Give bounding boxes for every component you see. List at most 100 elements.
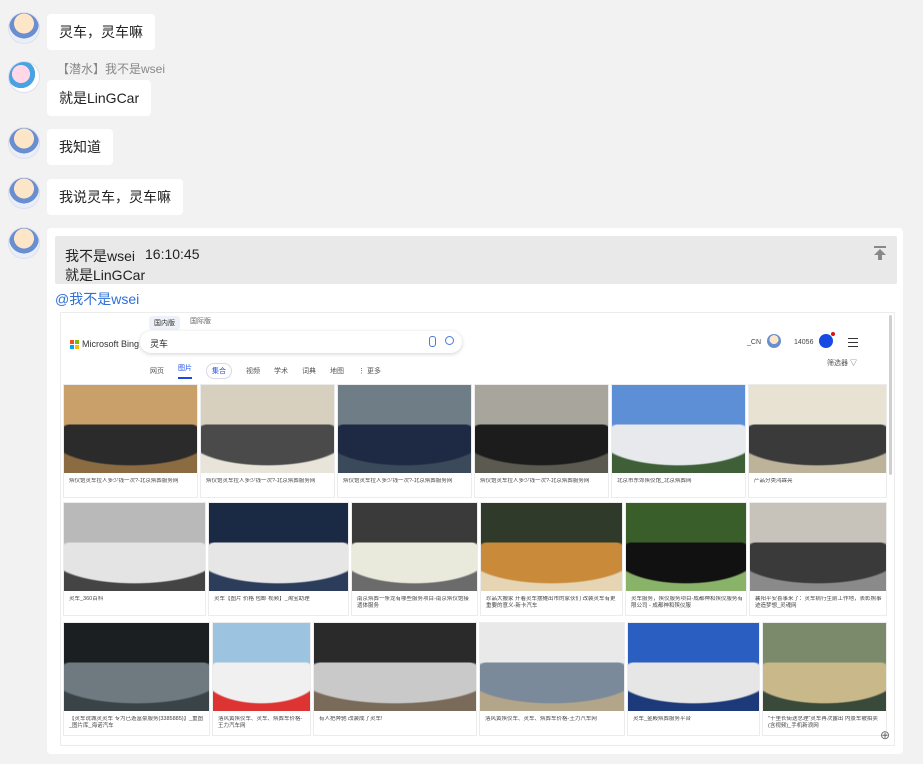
image-result[interactable]: 落风黄殡仪车、灵车、殡葬车价格-王力汽车网 [213, 623, 310, 735]
tab-international[interactable]: 国际版 [190, 316, 211, 330]
logo-text: Microsoft Bing [82, 339, 140, 349]
message-bubble: 我知道 [47, 129, 113, 165]
nav-more[interactable]: ⋮ 更多 [358, 366, 381, 376]
result-thumbnail[interactable] [628, 623, 759, 711]
result-thumbnail[interactable] [213, 623, 310, 711]
result-caption[interactable]: 殡仪馆灵车拉人多少钱一次?-北京殡葬服务网 [69, 478, 194, 494]
result-thumbnail[interactable] [201, 385, 334, 473]
result-thumbnail[interactable] [749, 385, 886, 473]
image-result[interactable]: 产品分类鸿霖亮 [749, 385, 886, 497]
avatar[interactable] [9, 128, 39, 158]
search-icon[interactable] [445, 336, 454, 345]
result-caption[interactable]: 【灵车说城灵灵车 专为已逝富豪服务(3385885)】_重图_图片库_海诺汽车 [69, 716, 206, 732]
result-caption[interactable]: 殡仪馆灵车拉人多少钱一次?-北京殡葬服务网 [480, 478, 605, 494]
image-result[interactable]: 北京市东郊殡仪馆_北京殡葬网 [612, 385, 745, 497]
jump-to-quote-icon[interactable] [873, 245, 887, 261]
avatar[interactable] [9, 62, 39, 92]
image-result[interactable]: 【灵车说城灵灵车 专为已逝富豪服务(3385885)】_重图_图片库_海诺汽车 [64, 623, 209, 735]
result-thumbnail[interactable] [481, 503, 622, 591]
result-thumbnail[interactable] [352, 503, 477, 591]
search-nav: 网页 图片 集合 视频 学术 词典 地图 ⋮ 更多 [150, 363, 381, 379]
image-result[interactable]: 南京殡葬一条龙有哪些服务项目-南京殡仪馆接遗体服务 [352, 503, 477, 615]
result-caption[interactable]: 产品分类鸿霖亮 [754, 478, 883, 494]
nav-videos[interactable]: 视频 [246, 366, 260, 376]
result-thumbnail[interactable] [612, 385, 745, 473]
image-result[interactable]: 襄阳平安喜事来了：灵车病行生前工作地，表彰照事迹造梦想_灵魂网 [750, 503, 886, 615]
avatar[interactable] [9, 178, 39, 208]
microsoft-logo-icon [70, 339, 79, 349]
nav-collections[interactable]: 集合 [206, 363, 232, 379]
image-result[interactable]: 灵车服务，殡仪服务项目-成都神和殡仪服务有限公司 - 成都神和殡仪服 [626, 503, 746, 615]
result-caption[interactable]: 南京殡葬一条龙有哪些服务项目-南京殡仪馆接遗体服务 [357, 596, 474, 612]
screenshot-image[interactable]: 国内版 国际版 Microsoft Bing 灵车 网页 图片 集合 视频 学术… [60, 312, 895, 746]
result-thumbnail[interactable] [314, 623, 476, 711]
message-bubble: 就是LinGCar [47, 80, 152, 116]
result-caption[interactable]: 有人把奔驰 改装成了灵车! [319, 716, 473, 732]
result-thumbnail[interactable] [475, 385, 608, 473]
image-result[interactable]: "十里长街送总理"灵车再次露出 内景车被拍卖 (含视频)_手机新浪网 [763, 623, 886, 735]
nav-dictionary[interactable]: 词典 [302, 366, 316, 376]
sender-nickname[interactable]: 【潜水】我不是wsei [57, 60, 165, 77]
tab-domestic[interactable]: 国内版 [149, 316, 180, 330]
result-thumbnail[interactable] [64, 503, 205, 591]
result-caption[interactable]: 灵车_金殿殡葬服务平台 [633, 716, 756, 732]
zoom-icon[interactable]: ⊕ [880, 728, 890, 742]
nav-maps[interactable]: 地图 [330, 366, 344, 376]
menu-icon[interactable] [848, 338, 858, 347]
result-thumbnail[interactable] [763, 623, 886, 711]
avatar[interactable] [9, 13, 39, 43]
image-result[interactable]: 灵车【图片 价格 包邮 视频】_淘宝助理 [209, 503, 348, 615]
result-thumbnail[interactable] [480, 623, 624, 711]
quote-text: 就是LinGCar [65, 267, 146, 283]
scrollbar[interactable] [889, 315, 892, 475]
message-bubble: 灵车，灵车嘛 [47, 14, 155, 50]
result-caption[interactable]: 灵车【图片 价格 包邮 视频】_淘宝助理 [214, 596, 345, 612]
nav-web[interactable]: 网页 [150, 366, 164, 376]
reward-points[interactable]: 14056 [794, 339, 813, 346]
quoted-message[interactable]: 我不是wsei 16:10:45 就是LinGCar [55, 236, 897, 284]
reply-message-card: 我不是wsei 16:10:45 就是LinGCar @我不是wsei 国内版 … [47, 228, 903, 754]
mention-link[interactable]: @我不是wsei [55, 289, 139, 309]
microphone-icon[interactable] [429, 336, 436, 347]
result-caption[interactable]: 殡仪馆灵车拉人多少钱一次?-北京殡葬服务网 [343, 478, 468, 494]
result-thumbnail[interactable] [626, 503, 746, 591]
search-query: 灵车 [150, 339, 169, 349]
result-caption[interactable]: 襄阳平安喜事来了：灵车病行生前工作地，表彰照事迹造梦想_灵魂网 [755, 596, 883, 612]
result-thumbnail[interactable] [338, 385, 471, 473]
result-caption[interactable]: 落风黄殡仪车、灵车、殡葬车价格-王力汽车网 [218, 716, 307, 732]
image-result[interactable]: 灵车_金殿殡葬服务平台 [628, 623, 759, 735]
nav-images[interactable]: 图片 [178, 363, 192, 379]
result-thumbnail[interactable] [64, 623, 209, 711]
result-thumbnail[interactable] [64, 385, 197, 473]
result-caption[interactable]: 灵车_360百科 [69, 596, 202, 612]
result-caption[interactable]: "十里长街送总理"灵车再次露出 内景车被拍卖 (含视频)_手机新浪网 [768, 716, 883, 732]
image-result[interactable]: 有人把奔驰 改装成了灵车! [314, 623, 476, 735]
image-result[interactable]: 珍品大搬家 开着灵车摆摊出市的家伙们 改装灵车有更重要的意义-新卡汽车 [481, 503, 622, 615]
result-thumbnail[interactable] [209, 503, 348, 591]
filter-button[interactable]: 筛选器 ▽ [827, 358, 857, 368]
quote-author: 我不是wsei [65, 248, 136, 264]
rewards-icon[interactable] [819, 334, 833, 348]
nav-academic[interactable]: 学术 [274, 366, 288, 376]
bing-logo[interactable]: Microsoft Bing [70, 339, 139, 349]
image-result[interactable]: 落风黄殡仪车、灵车、殡葬车价格-王力汽车网 [480, 623, 624, 735]
result-thumbnail[interactable] [750, 503, 886, 591]
result-caption[interactable]: 殡仪馆灵车拉人多少钱一次?-北京殡葬服务网 [206, 478, 331, 494]
image-result[interactable]: 殡仪馆灵车拉人多少钱一次?-北京殡葬服务网 [475, 385, 608, 497]
image-result[interactable]: 殡仪馆灵车拉人多少钱一次?-北京殡葬服务网 [64, 385, 197, 497]
result-caption[interactable]: 北京市东郊殡仪馆_北京殡葬网 [617, 478, 742, 494]
avatar[interactable] [9, 228, 39, 258]
user-avatar[interactable] [767, 334, 781, 348]
search-input[interactable]: 灵车 [140, 331, 462, 353]
user-name[interactable]: _CN [747, 339, 761, 346]
image-result[interactable]: 殡仪馆灵车拉人多少钱一次?-北京殡葬服务网 [338, 385, 471, 497]
notification-dot [831, 332, 835, 336]
result-caption[interactable]: 灵车服务，殡仪服务项目-成都神和殡仪服务有限公司 - 成都神和殡仪服 [631, 596, 743, 612]
nav-more-label: 更多 [366, 368, 381, 375]
image-result[interactable]: 殡仪馆灵车拉人多少钱一次?-北京殡葬服务网 [201, 385, 334, 497]
quote-time: 16:10:45 [145, 246, 200, 262]
region-tabs: 国内版 国际版 [149, 316, 211, 330]
result-caption[interactable]: 珍品大搬家 开着灵车摆摊出市的家伙们 改装灵车有更重要的意义-新卡汽车 [486, 596, 619, 612]
image-result[interactable]: 灵车_360百科 [64, 503, 205, 615]
result-caption[interactable]: 落风黄殡仪车、灵车、殡葬车价格-王力汽车网 [485, 716, 621, 732]
